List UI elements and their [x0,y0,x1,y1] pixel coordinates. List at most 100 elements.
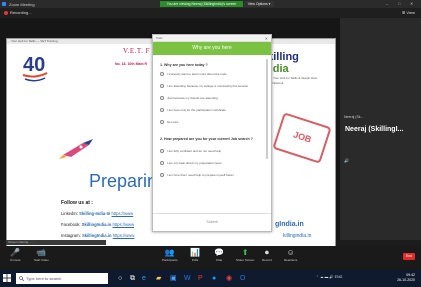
social-link[interactable]: https://www [112,211,134,216]
poll-footer: Submit [153,213,271,231]
end-meeting-button[interactable]: End [403,253,415,260]
taskbar: Type here to search ○ ⧉ e ▰ ▣ W P ● ◉ O … [0,270,421,287]
poll-window-title: Polls [156,36,163,40]
system-tray[interactable]: ⌃ ☁ ▬ 🔊 ENG [316,275,342,279]
view-button[interactable]: ⊞ View [402,10,415,15]
participant-panel: Neeraj (Sk... Neeraj (SkillingI... 🔊 [340,18,421,240]
radio-icon[interactable] [160,96,164,100]
zoom-app-icon [2,2,6,6]
polls-icon: 📊 [190,248,200,257]
poll-submit-button[interactable]: Submit [153,220,271,224]
website-text-2: killingindia.in [283,233,312,239]
radio-icon[interactable] [160,149,164,153]
social-handle: SkillingIndia.in [81,233,112,238]
instagram-row: Instagram: SkillingIndia.in https://www [61,233,134,238]
taskbar-search-input[interactable]: Type here to search [16,273,108,284]
forty-logo-icon: 40 [22,54,48,82]
vet-title: V.E.T. F [123,47,151,55]
reactions-button[interactable]: ☺ Reactions [284,248,297,262]
social-handle: SkillingIndia.in [81,222,112,227]
social-name: Instagram: [61,233,81,238]
poll-close-icon[interactable]: ✕ [265,35,268,42]
participant-name: Neeraj (SkillingI... [345,126,404,133]
job-stamp-icon: JOB [272,112,332,164]
app-name: Zoom Meeting [9,1,35,7]
close-icon[interactable]: ✕ [410,1,413,6]
recording-icon [4,11,8,15]
poll-question: 1. Why are you here today ? [160,63,208,67]
address-text: No. 18, 10th Main R [115,62,148,66]
windows-start-icon[interactable] [3,274,11,282]
recording-label[interactable]: Recording... [10,10,32,15]
poll-dialog: Polls ✕ Why are you here 1. Why are you … [152,34,272,232]
follow-us-label: Follow us at : [61,200,93,206]
poll-option[interactable]: Not sure [160,120,178,124]
speaker-icon: 🔊 [344,158,349,163]
meeting-controls: 🎤 Unmute 📹 Start Video 👥 Participants 📊 Poll… [0,246,421,270]
rocket-icon [59,139,93,159]
search-icon [19,276,24,281]
skilling-tagline: Your Hub for Skills & Needs Hour [273,76,318,80]
zoom-taskbar-icon[interactable]: ● [212,275,216,282]
outlook-icon[interactable]: O [240,275,245,282]
participants-button[interactable]: 👥 Participants [162,248,178,262]
task-view-icon[interactable]: ⧉ [130,275,135,282]
cortana-icon[interactable]: ○ [118,275,122,282]
taskbar-clock[interactable]: 09:42 26-10-2020 [397,273,415,283]
poll-question: 2. How prepared are you for your current… [160,137,253,141]
radio-icon[interactable] [160,161,164,165]
poll-body: 1. Why are you here today ? I sincerely … [153,55,265,213]
record-icon: ⏺ [264,248,269,257]
radio-icon[interactable] [160,108,164,112]
social-name: LinkedIn: [61,211,78,216]
poll-window-bar: Polls ✕ [153,35,271,42]
chrome-icon[interactable]: ◉ [226,275,232,282]
chat-button[interactable]: 💬 Chat [214,248,224,262]
reactions-icon: ☺ [286,248,295,257]
poll-option[interactable]: I am not clear about my preparation leve… [160,161,221,165]
file-explorer-icon[interactable]: ▰ [156,275,161,282]
social-handle: Skilling-India-In [79,211,111,216]
poll-heading: Why are you here [153,42,271,55]
logo-number: 40 [23,54,45,76]
chat-icon: 💬 [214,248,224,257]
poll-option[interactable]: I am here that I need help to prepare my… [160,173,234,177]
radio-icon[interactable] [160,173,164,177]
store-icon[interactable]: ▣ [170,275,177,282]
start-video-button[interactable]: 📹 Start Video [34,248,49,262]
unmute-button[interactable]: 🎤 Unmute [10,248,21,262]
polls-button[interactable]: 📊 Polls [190,248,200,262]
poll-scrollbar[interactable] [266,59,268,159]
mic-icon: 🎤 [10,248,21,257]
social-link[interactable]: https://www [113,233,135,238]
clock-date: 26-10-2020 [397,278,415,282]
edge-icon[interactable]: e [142,275,146,282]
poll-option[interactable]: I am here only for the participation cer… [160,108,226,112]
search-placeholder: Type here to search [26,276,62,281]
website-text: gIndia.in [275,221,304,228]
social-link[interactable]: https://www [112,222,134,227]
viewing-screen-banner: You are viewing Neeraj (SkillingIndia)'s… [160,1,243,7]
screen-share-strip: Screen sharing ····· [6,240,106,245]
poll-option[interactable]: Just because my friends are attending [160,96,218,100]
maximize-icon[interactable]: □ [398,1,400,6]
radio-icon[interactable] [160,72,164,76]
radio-icon[interactable] [160,120,164,124]
view-options-button[interactable]: View Options ▾ [244,1,274,7]
poll-option[interactable]: I am fully confident and do not need hel… [160,149,221,153]
facebook-row: Facebook: SkillingIndia.in https://www [61,222,134,227]
powerpoint-icon[interactable]: P [198,275,203,282]
share-screen-icon: ⬆ [241,248,249,257]
minimize-icon[interactable]: – [386,1,388,6]
poll-option[interactable]: I am attending because my college is con… [160,84,248,88]
radio-icon[interactable] [160,84,164,88]
poll-option[interactable]: I sincerely want to learn more about the… [160,72,227,76]
social-name: Facebook: [61,222,81,227]
record-button[interactable]: ⏺ Record [262,248,272,262]
participants-icon: 👥 [164,248,175,257]
video-icon: 📹 [36,248,47,257]
participant-label: Neeraj (Sk... [344,115,364,119]
word-icon[interactable]: W [184,275,191,282]
meeting-topbar: Recording... ⊞ View [0,8,421,18]
share-screen-button[interactable]: ⬆ Share Screen [236,248,254,262]
